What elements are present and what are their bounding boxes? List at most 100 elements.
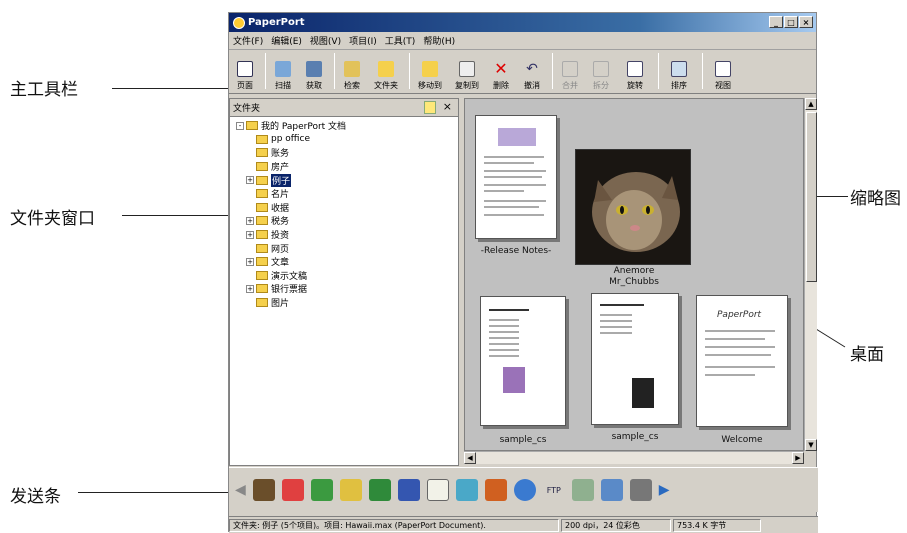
toolbar-separator	[409, 53, 410, 89]
folder-icon	[256, 175, 268, 185]
menu-bar: 文件(F) 编辑(E) 视图(V) 项目(I) 工具(T) 帮助(H)	[229, 32, 816, 50]
ie-icon[interactable]	[513, 479, 536, 501]
text-line	[489, 355, 519, 357]
scroll-up-arrow[interactable]: ▲	[805, 98, 817, 110]
text-line	[484, 156, 544, 158]
vertical-scrollbar[interactable]: ▲ ▼	[804, 98, 817, 451]
tree-item[interactable]: + 文章	[230, 255, 458, 269]
doc-image	[632, 378, 654, 408]
ftp-icon[interactable]: FTP	[543, 479, 565, 501]
doc-image	[503, 367, 525, 393]
callout-line	[122, 215, 228, 216]
tree-item[interactable]: + 税务	[230, 214, 458, 228]
text-line	[484, 214, 544, 216]
scroll-right-arrow[interactable]: ▶	[792, 452, 804, 464]
recycle-icon[interactable]	[571, 479, 594, 501]
left-arrow-icon[interactable]: ◀	[235, 482, 246, 498]
expand-icon[interactable]: +	[246, 176, 254, 185]
scroll-down-arrow[interactable]: ▼	[805, 439, 817, 451]
word-icon[interactable]	[397, 479, 420, 501]
folder-button[interactable]: 文件夹	[369, 53, 403, 91]
folder-panel-title: 文件夹	[233, 104, 261, 114]
view-icon	[715, 61, 731, 77]
expand-icon[interactable]: +	[246, 230, 254, 239]
wordpad-icon[interactable]	[455, 479, 478, 501]
excel-icon[interactable]	[368, 479, 391, 501]
expand-icon[interactable]: +	[246, 284, 254, 293]
doc-logo	[498, 128, 536, 146]
menu-help[interactable]: 帮助(H)	[423, 34, 455, 47]
tree-item[interactable]: 网页	[230, 241, 458, 255]
text-line	[489, 309, 529, 311]
sort-button[interactable]: 排序	[662, 53, 696, 91]
folder-icon	[256, 230, 268, 240]
page-button[interactable]: 页面	[231, 53, 259, 91]
printer-icon[interactable]	[629, 479, 652, 501]
minimize-button[interactable]: _	[769, 16, 783, 28]
callout-line	[112, 88, 228, 89]
tree-item[interactable]: 图片	[230, 296, 458, 310]
folder-icon	[256, 162, 268, 172]
tree-item-selected[interactable]: + 例子	[230, 173, 458, 187]
scroll-thumb[interactable]	[806, 112, 817, 282]
split-button[interactable]: 拆分	[587, 53, 615, 91]
folder-icon	[256, 202, 268, 212]
acquire-button[interactable]: 获取	[300, 53, 328, 91]
menu-view[interactable]: 视图(V)	[310, 34, 341, 47]
fax-icon[interactable]	[600, 479, 623, 501]
tree-item[interactable]: 账务	[230, 146, 458, 160]
menu-edit[interactable]: 编辑(E)	[271, 34, 302, 47]
close-button[interactable]: ×	[799, 16, 813, 28]
menu-tools[interactable]: 工具(T)	[385, 34, 416, 47]
image-editor-icon[interactable]	[310, 479, 333, 501]
tree-item[interactable]: + 投资	[230, 228, 458, 242]
expand-icon[interactable]: +	[246, 257, 254, 266]
photo-thumbnail[interactable]	[575, 149, 691, 265]
view-button[interactable]: 视图	[706, 53, 740, 91]
paint-icon[interactable]	[339, 479, 362, 501]
horizontal-scrollbar[interactable]: ◀ ▶	[464, 451, 804, 464]
network-icon[interactable]	[252, 479, 275, 501]
scroll-left-arrow[interactable]: ◀	[464, 452, 476, 464]
expand-icon[interactable]: +	[246, 216, 254, 225]
doc-label: -Release Notes-	[480, 246, 552, 256]
tree-item[interactable]: 演示文稿	[230, 269, 458, 283]
notepad-icon[interactable]	[426, 479, 449, 501]
new-folder-icon[interactable]	[424, 101, 436, 114]
tree-item[interactable]: 名片	[230, 187, 458, 201]
tree-item[interactable]: pp office	[230, 133, 458, 147]
tree-item[interactable]: + 银行票据	[230, 282, 458, 296]
search-button[interactable]: 检索	[338, 53, 366, 91]
maximize-button[interactable]: □	[784, 16, 798, 28]
copy-to-button[interactable]: 复制到	[450, 53, 484, 91]
document-thumbnail[interactable]	[480, 296, 566, 426]
acquire-icon	[306, 61, 322, 77]
acrobat-icon[interactable]	[281, 479, 304, 501]
undo-button[interactable]: ↶ 撤消	[518, 53, 546, 91]
move-to-button[interactable]: 移动到	[413, 53, 447, 91]
text-line	[484, 190, 524, 192]
tree-root[interactable]: - 我的 PaperPort 文档	[230, 119, 458, 133]
right-arrow-icon[interactable]: ▶	[659, 482, 670, 498]
menu-item[interactable]: 项目(I)	[349, 34, 377, 47]
move-to-icon	[422, 61, 438, 77]
text-line	[705, 346, 775, 348]
scan-button[interactable]: 扫描	[269, 53, 297, 91]
collapse-icon[interactable]: -	[236, 121, 244, 130]
status-size: 753.4 K 字节	[673, 518, 761, 532]
merge-button[interactable]: 合并	[556, 53, 584, 91]
menu-file[interactable]: 文件(F)	[233, 34, 263, 47]
callout-folder-window: 文件夹窗口	[10, 209, 95, 229]
document-thumbnail[interactable]	[475, 115, 557, 239]
folder-icon	[256, 134, 268, 144]
tree-item[interactable]: 房产	[230, 160, 458, 174]
powerpoint-icon[interactable]	[484, 479, 507, 501]
folder-icon	[256, 148, 268, 158]
document-thumbnail[interactable]	[591, 293, 679, 425]
delete-button[interactable]: ✕ 删除	[487, 53, 515, 91]
text-line	[489, 337, 519, 339]
folder-panel-close[interactable]: ×	[443, 100, 452, 113]
tree-item[interactable]: 收据	[230, 201, 458, 215]
document-thumbnail[interactable]: PaperPort	[696, 295, 788, 427]
rotate-button[interactable]: 旋转	[618, 53, 652, 91]
